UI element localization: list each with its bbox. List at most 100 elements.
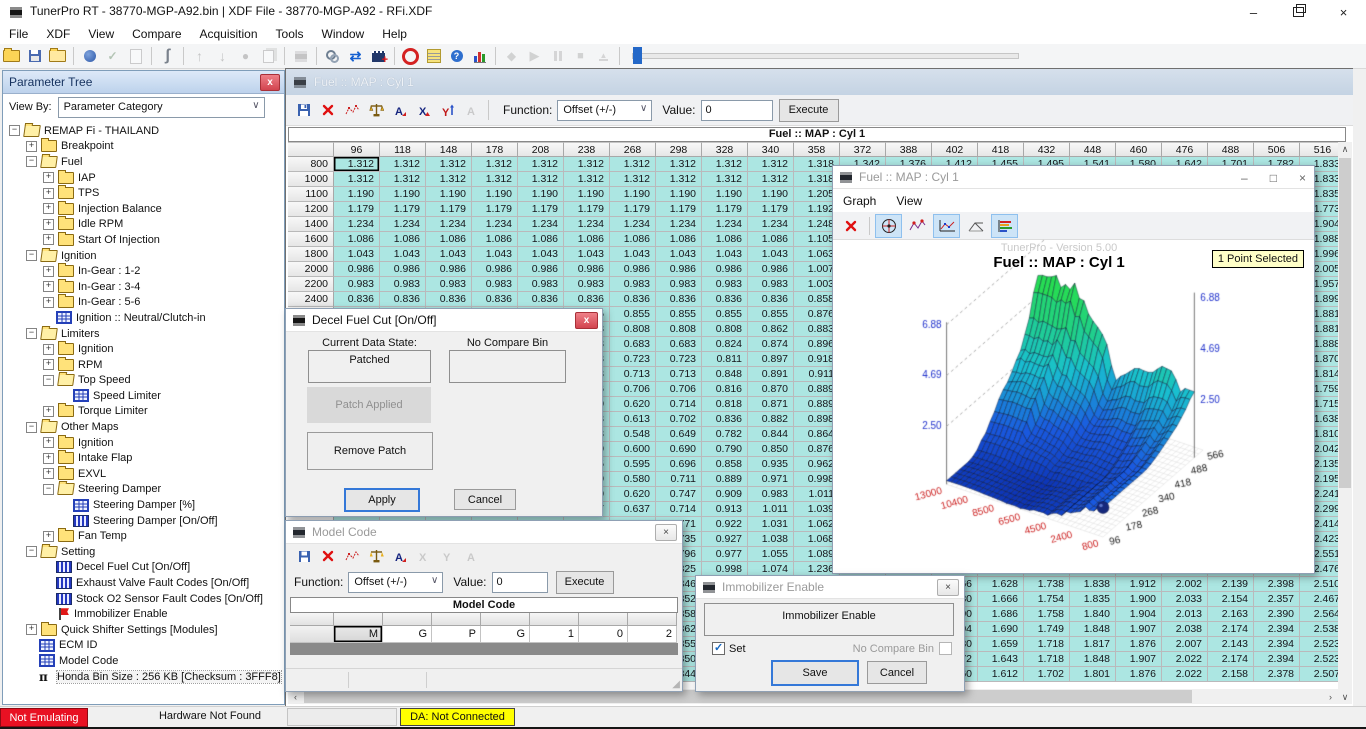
eject-button[interactable]: ▲ [592, 45, 615, 67]
graph-title-bar[interactable]: Fuel :: MAP : Cyl 1 – □ × [833, 166, 1314, 189]
table-cell[interactable]: 1.190 [518, 187, 564, 202]
table-cell[interactable]: 2.007 [1162, 637, 1208, 652]
table-cell[interactable]: 1.086 [518, 232, 564, 247]
table-cell[interactable]: 0.836 [610, 292, 656, 307]
table-cell[interactable]: 0.811 [702, 352, 748, 367]
table-cell[interactable]: 1.904 [1116, 607, 1162, 622]
table-cell[interactable]: 0.983 [334, 277, 380, 292]
table-cell[interactable]: 1.011 [748, 502, 794, 517]
col-header[interactable]: 268 [610, 142, 656, 157]
table-cell[interactable]: 0.613 [610, 412, 656, 427]
scroll-down-icon[interactable]: ∨ [1338, 690, 1352, 704]
row-header[interactable]: 1100 [288, 187, 334, 202]
table-cell[interactable]: 1.234 [380, 217, 426, 232]
table-cell[interactable]: 0.836 [702, 412, 748, 427]
table-cell[interactable]: 0.913 [702, 502, 748, 517]
table-cell[interactable]: 0.986 [334, 262, 380, 277]
table-cell[interactable]: 0.713 [610, 367, 656, 382]
tree-item[interactable]: +RPM [5, 357, 282, 373]
table-cell[interactable]: 0.983 [564, 277, 610, 292]
table-cell[interactable]: 2.154 [1208, 592, 1254, 607]
col-header[interactable]: 488 [1208, 142, 1254, 157]
table-cell[interactable]: 1.179 [656, 202, 702, 217]
table-cell[interactable]: 0.595 [610, 457, 656, 472]
tree-expand-icon[interactable]: + [26, 141, 37, 152]
table-cell[interactable]: 0.983 [426, 277, 472, 292]
table-cell[interactable]: 0.714 [656, 502, 702, 517]
graph-close-button[interactable]: × [1299, 171, 1306, 185]
table-cell[interactable]: 0.986 [472, 262, 518, 277]
model-cell[interactable]: 1 [530, 626, 579, 643]
table-cell[interactable]: 1.234 [702, 217, 748, 232]
table-cell[interactable]: 0.977 [702, 547, 748, 562]
table-cell[interactable]: 2.139 [1208, 577, 1254, 592]
table-cell[interactable]: 0.986 [656, 262, 702, 277]
delete-button[interactable] [316, 98, 340, 122]
model-cell[interactable]: M [334, 626, 383, 643]
table-cell[interactable]: 0.683 [610, 337, 656, 352]
table-cell[interactable]: 2.394 [1254, 622, 1300, 637]
col-header[interactable]: 388 [886, 142, 932, 157]
remove-patch-button[interactable]: Remove Patch [307, 432, 433, 470]
col-header[interactable]: 418 [978, 142, 1024, 157]
table-cell[interactable]: 0.808 [702, 322, 748, 337]
table-cell[interactable]: 1.190 [334, 187, 380, 202]
tree-item[interactable]: +Breakpoint [5, 139, 282, 155]
menu-tools[interactable]: Tools [267, 25, 313, 43]
menu-compare[interactable]: Compare [123, 25, 190, 43]
table-cell[interactable]: 1.234 [564, 217, 610, 232]
table-cell[interactable]: 0.855 [656, 307, 702, 322]
table-cell[interactable]: 1.312 [472, 157, 518, 172]
table-cell[interactable]: 1.801 [1070, 667, 1116, 682]
table-cell[interactable]: 0.836 [748, 292, 794, 307]
menu-view[interactable]: View [79, 25, 123, 43]
menu-acquisition[interactable]: Acquisition [191, 25, 267, 43]
table-cell[interactable]: 0.600 [610, 442, 656, 457]
table-cell[interactable]: 1.190 [472, 187, 518, 202]
table-cell[interactable]: 1.234 [426, 217, 472, 232]
tree-item[interactable]: +In-Gear : 5-6 [5, 295, 282, 311]
minimize-button[interactable]: – [1231, 0, 1276, 24]
edit-mode-button[interactable]: A [388, 544, 412, 568]
tree-item[interactable]: Exhaust Valve Fault Codes [On/Off] [5, 575, 282, 591]
model-cell[interactable]: G [481, 626, 530, 643]
table-cell[interactable]: 1.312 [564, 157, 610, 172]
table-cell[interactable]: 1.749 [1024, 622, 1070, 637]
table-cell[interactable]: 1.086 [472, 232, 518, 247]
table-cell[interactable]: 2.174 [1208, 622, 1254, 637]
table-cell[interactable]: 1.043 [748, 247, 794, 262]
open-xdf-button[interactable] [46, 45, 69, 67]
table-cell[interactable]: 0.858 [702, 457, 748, 472]
tree-expand-icon[interactable]: + [43, 219, 54, 230]
point-track-button[interactable] [904, 214, 931, 238]
table-cell[interactable]: 1.179 [610, 202, 656, 217]
table-cell[interactable]: 1.758 [1024, 607, 1070, 622]
table-cell[interactable]: 0.723 [610, 352, 656, 367]
table-cell[interactable]: 0.874 [748, 337, 794, 352]
col-header[interactable]: 476 [1162, 142, 1208, 157]
table-cell[interactable]: 0.983 [472, 277, 518, 292]
tree-expand-icon[interactable]: + [43, 281, 54, 292]
table-cell[interactable]: 1.190 [610, 187, 656, 202]
save-table-button[interactable] [292, 544, 316, 568]
table-cell[interactable]: 1.312 [748, 172, 794, 187]
table-cell[interactable]: 1.312 [656, 157, 702, 172]
graph-delete-button[interactable] [837, 214, 864, 238]
open-bin-button[interactable] [0, 45, 23, 67]
table-cell[interactable]: 0.690 [656, 442, 702, 457]
parameter-tree-header[interactable]: Parameter Tree x [3, 71, 284, 94]
table-cell[interactable]: 0.848 [702, 367, 748, 382]
graph-maximize-button[interactable]: □ [1270, 171, 1277, 185]
table-cell[interactable]: 1.234 [472, 217, 518, 232]
table-cell[interactable]: 0.683 [656, 337, 702, 352]
table-cell[interactable]: 2.022 [1162, 667, 1208, 682]
table-cell[interactable]: 0.986 [748, 262, 794, 277]
table-cell[interactable]: 1.835 [1070, 592, 1116, 607]
tree-expand-icon[interactable]: + [43, 437, 54, 448]
apply-button[interactable]: Apply [344, 488, 420, 512]
col-header[interactable]: 358 [794, 142, 840, 157]
table-cell[interactable]: 1.907 [1116, 652, 1162, 667]
tree-expand-icon[interactable]: + [43, 468, 54, 479]
tree-collapse-icon[interactable]: − [43, 484, 54, 495]
slider-thumb[interactable] [633, 47, 642, 64]
